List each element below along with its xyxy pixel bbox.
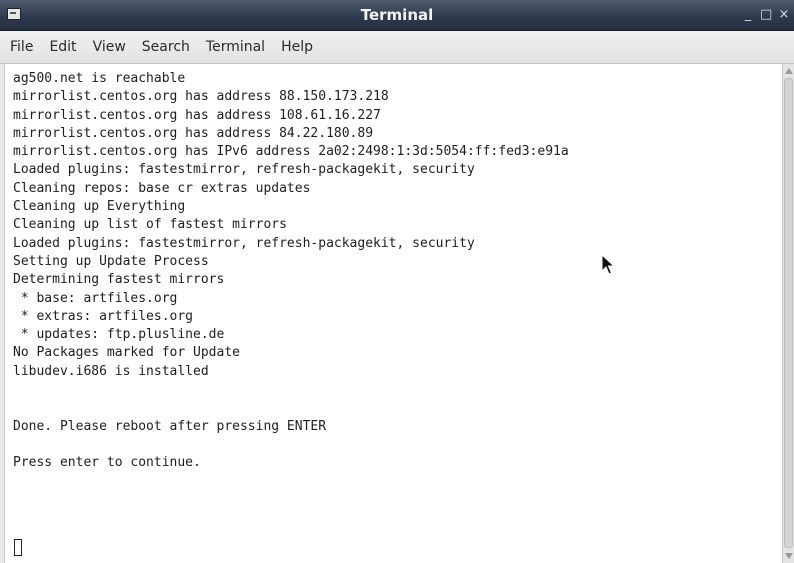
menu-help[interactable]: Help: [273, 31, 321, 63]
title-bar[interactable]: Terminal _ □ ×: [0, 0, 794, 31]
window-title: Terminal: [360, 6, 434, 24]
vertical-scrollbar[interactable]: [782, 64, 794, 563]
menu-view[interactable]: View: [85, 31, 134, 63]
menu-search[interactable]: Search: [134, 31, 198, 63]
menu-edit[interactable]: Edit: [41, 31, 84, 63]
terminal-line: mirrorlist.centos.org has address 108.61…: [13, 107, 381, 123]
terminal-line: * base: artfiles.org: [13, 290, 178, 306]
scrollbar-thumb[interactable]: [784, 78, 793, 548]
terminal-line: Loaded plugins: fastestmirror, refresh-p…: [13, 235, 475, 251]
mouse-pointer-icon: [601, 254, 616, 275]
terminal-line: ag500.net is reachable: [13, 71, 186, 86]
terminal-line: Setting up Update Process: [13, 253, 209, 269]
maximize-icon[interactable]: □: [760, 5, 772, 25]
scroll-down-icon[interactable]: [785, 553, 793, 559]
close-icon[interactable]: ×: [778, 5, 790, 25]
terminal-lines: ag500.net is reachable mirrorlist.centos…: [13, 70, 569, 491]
minimize-icon[interactable]: _: [742, 5, 754, 25]
window-controls: _ □ ×: [742, 5, 790, 25]
menu-bar: File Edit View Search Terminal Help: [0, 31, 794, 64]
terminal-line: No Packages marked for Update: [13, 345, 240, 361]
menu-file[interactable]: File: [0, 31, 41, 63]
terminal-line: Loaded plugins: fastestmirror, refresh-p…: [13, 162, 475, 178]
terminal-line: libudev.i686 is installed: [13, 363, 209, 379]
terminal-line: mirrorlist.centos.org has IPv6 address 2…: [13, 144, 569, 160]
terminal-output[interactable]: ag500.net is reachable mirrorlist.centos…: [4, 64, 782, 563]
terminal-line: Cleaning up list of fastest mirrors: [13, 217, 287, 233]
text-cursor-icon: [14, 539, 22, 556]
terminal-line: mirrorlist.centos.org has address 84.22.…: [13, 125, 374, 141]
terminal-line: * extras: artfiles.org: [13, 308, 194, 324]
terminal-line: Cleaning repos: base cr extras updates: [13, 180, 311, 196]
terminal-line: mirrorlist.centos.org has address 88.150…: [13, 89, 389, 105]
terminal-line: Done. Please reboot after pressing ENTER: [13, 418, 327, 434]
terminal-line: Press enter to continue.: [13, 455, 201, 471]
scroll-up-icon[interactable]: [785, 68, 793, 74]
terminal-window: Terminal _ □ × File Edit View Search Ter…: [0, 0, 794, 563]
terminal-line: Cleaning up Everything: [13, 199, 186, 215]
terminal-line: * updates: ftp.plusline.de: [13, 327, 225, 343]
menu-terminal[interactable]: Terminal: [198, 31, 273, 63]
terminal-line: Determining fastest mirrors: [13, 272, 225, 288]
